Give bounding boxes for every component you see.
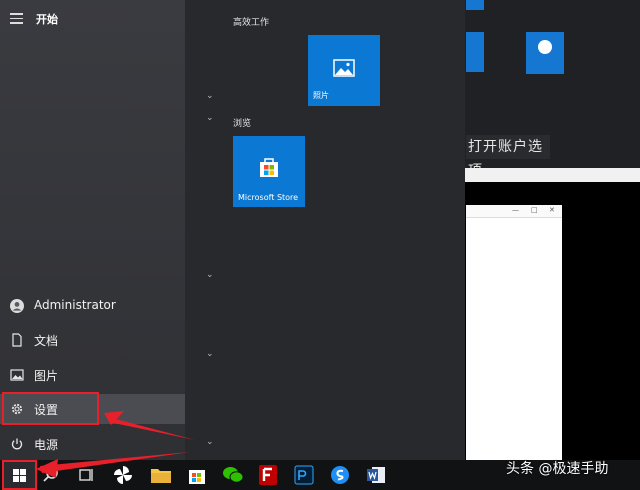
watermark: 头条 @极速手助 — [506, 461, 609, 477]
red-arrow-annotations — [36, 411, 195, 478]
